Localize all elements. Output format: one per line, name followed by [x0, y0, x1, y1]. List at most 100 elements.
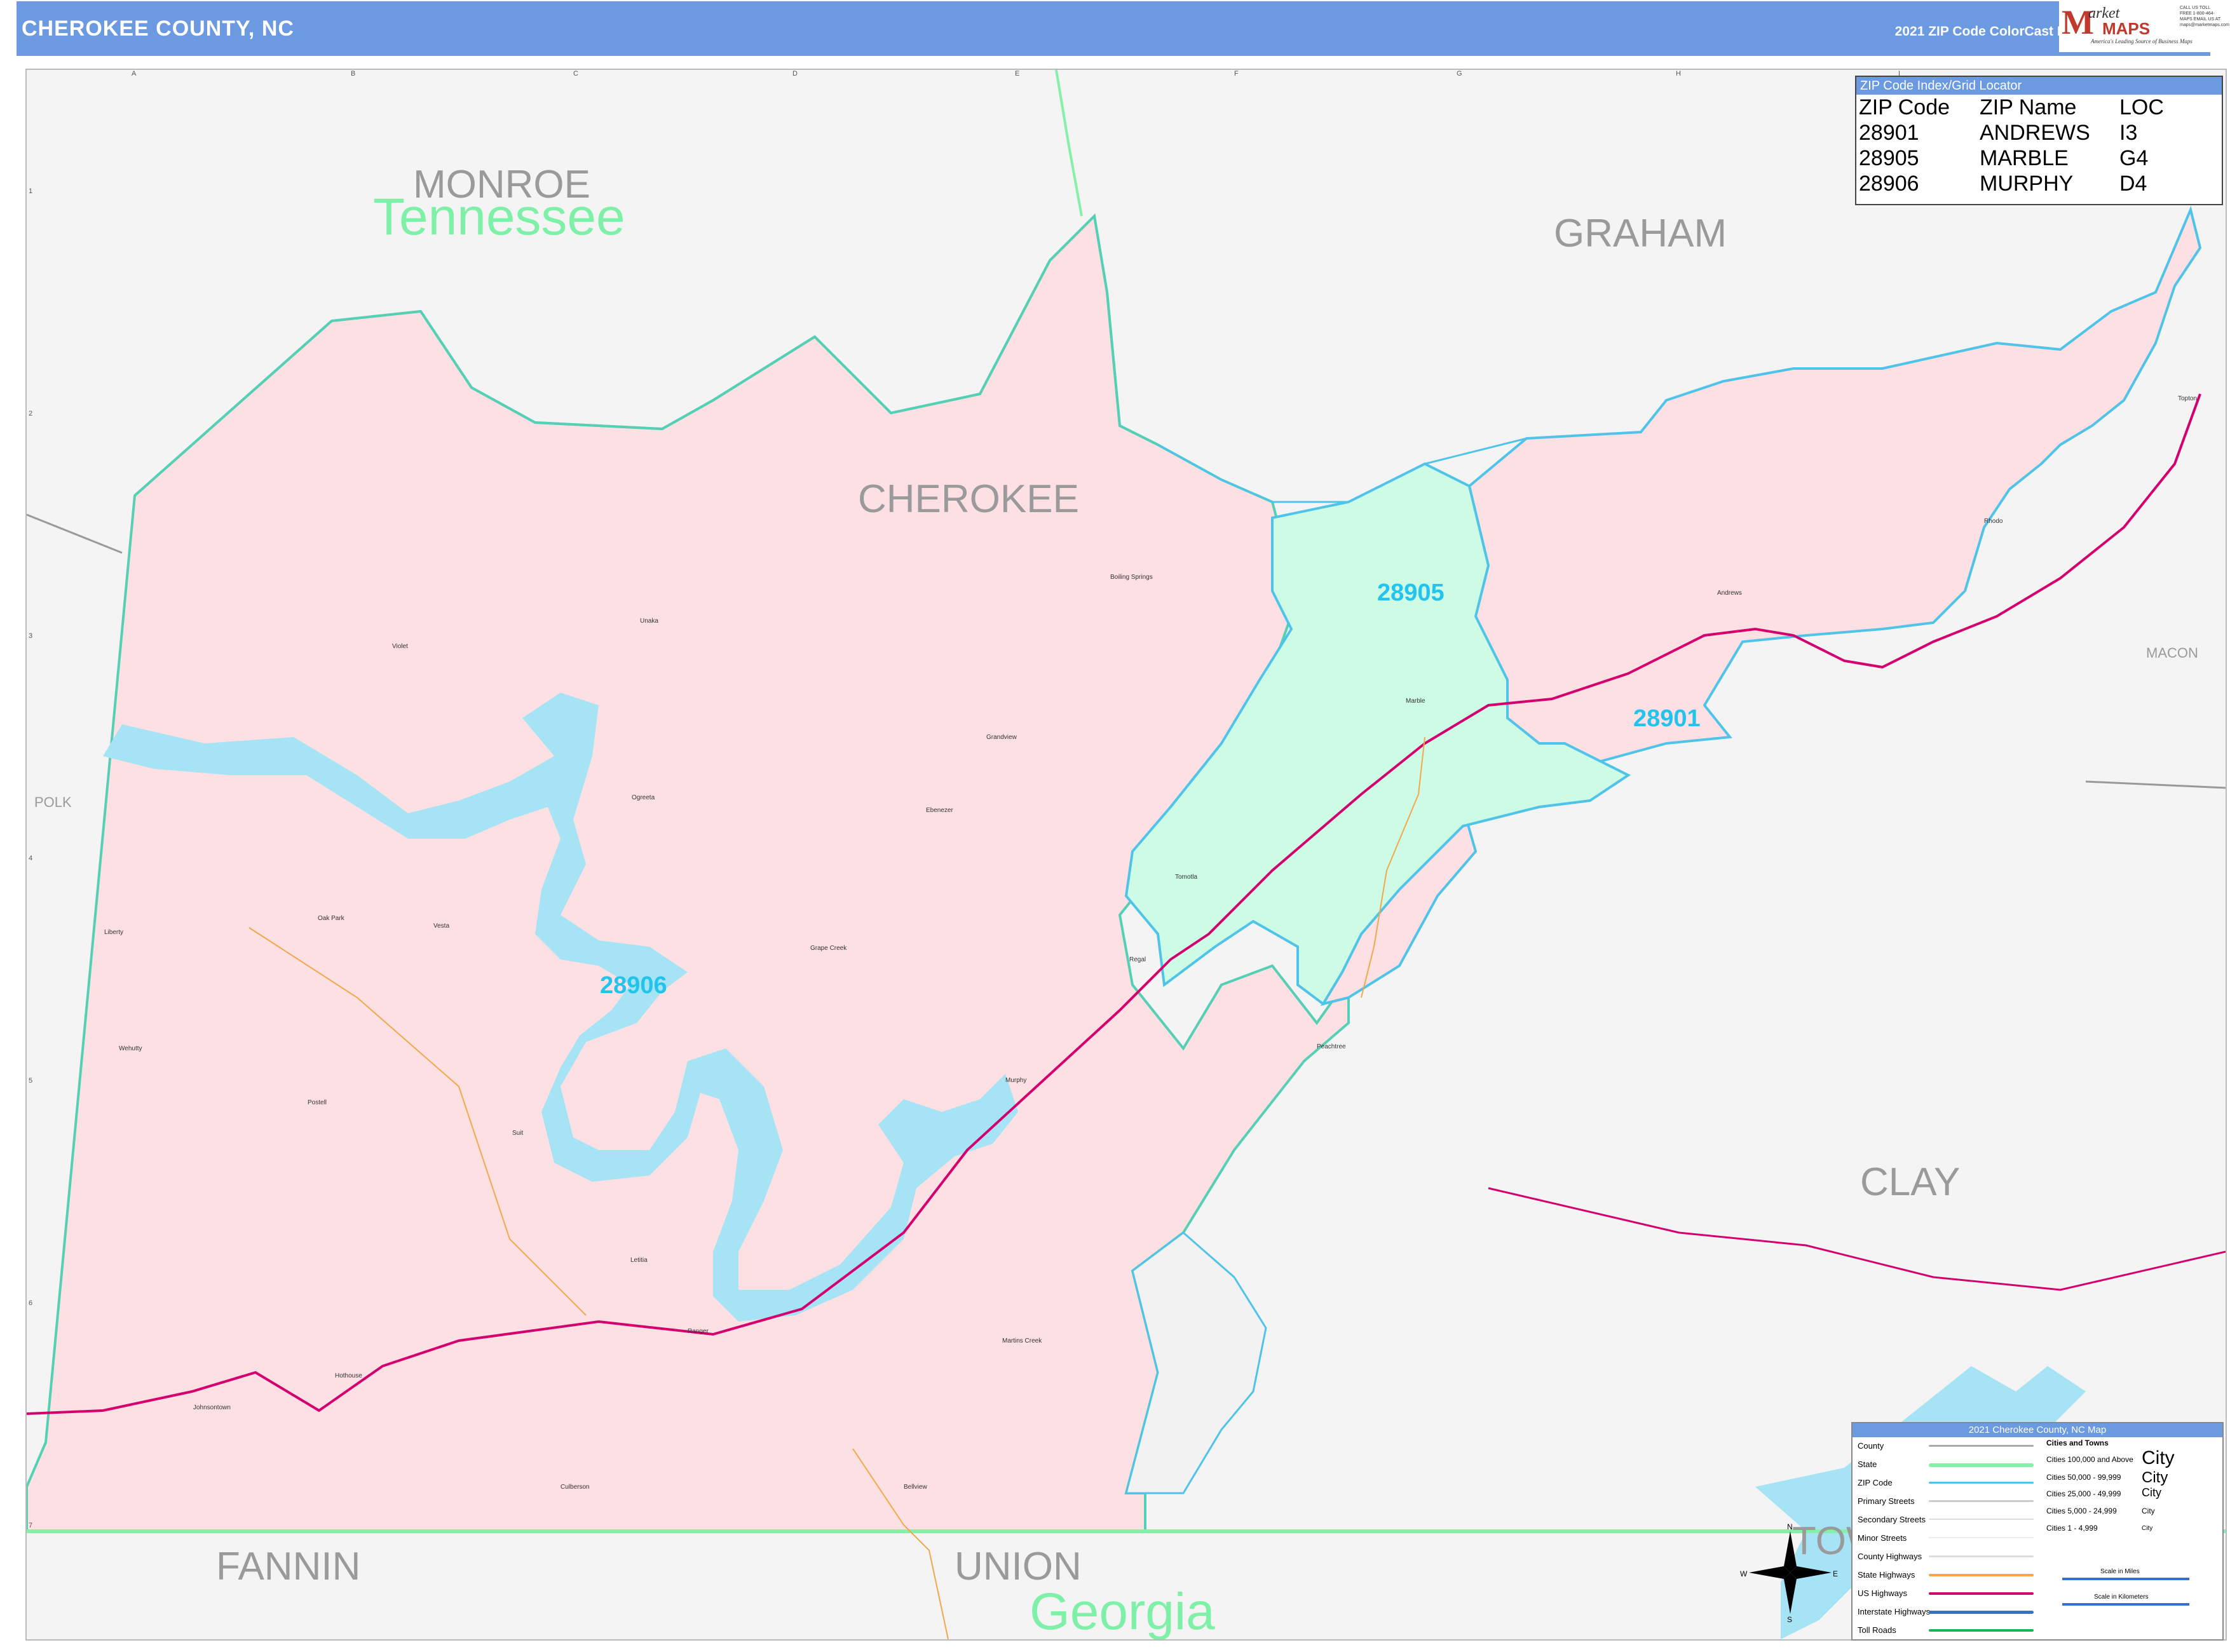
- compass-w: W: [1740, 1569, 1748, 1578]
- map-title: CHEROKEE COUNTY, NC: [22, 17, 294, 41]
- legend-city-label: City: [2142, 1506, 2155, 1515]
- scale-bar-km: [2062, 1603, 2189, 1606]
- zip-label-28905[interactable]: 28905: [1377, 579, 1445, 607]
- zip-code-cell: 28905: [1859, 146, 1919, 170]
- state-label-tennessee: Tennessee: [373, 188, 625, 246]
- compass-s: S: [1787, 1615, 1793, 1624]
- county-label-cherokee: CHEROKEE: [858, 477, 1079, 521]
- legend-city-label: City: [2142, 1486, 2161, 1499]
- legend-item: County: [1858, 1441, 1884, 1451]
- compass-e: E: [1833, 1569, 1839, 1578]
- legend-item: County Highways: [1858, 1552, 1922, 1561]
- legend-swatch: [1929, 1482, 2034, 1484]
- town-label: Hothouse: [335, 1372, 362, 1379]
- legend-swatch: [1929, 1500, 2034, 1502]
- grid-number: 1: [29, 187, 33, 195]
- grid-letter: E: [1015, 70, 1020, 78]
- logo-maps: MAPS: [2102, 19, 2151, 38]
- legend-swatch: [1929, 1537, 2034, 1538]
- table-row[interactable]: 28906 MURPHY D4: [1859, 171, 2164, 196]
- scale-bar-miles: [2062, 1578, 2189, 1580]
- legend-city-label: City: [2142, 1525, 2153, 1532]
- legend-item: Interstate Highways: [1858, 1607, 1931, 1616]
- state-label-georgia: Georgia: [1030, 1583, 1215, 1641]
- legend-city-tier: Cities 100,000 and Above: [2046, 1455, 2133, 1464]
- zip-name-cell: MURPHY: [1980, 172, 2074, 196]
- legend-swatch: [1929, 1445, 2034, 1447]
- legend-item: State Highways: [1858, 1570, 1915, 1580]
- town-label: Peachtree: [1317, 1043, 1346, 1050]
- town-label: Liberty: [104, 929, 124, 936]
- town-label: Unaka: [640, 618, 658, 625]
- legend-swatch: [1929, 1629, 2034, 1632]
- logo-tagline: America's Leading Source of Business Map…: [2091, 38, 2193, 44]
- us-highway-64: [1488, 1187, 2226, 1291]
- map-svg: [27, 70, 2226, 1639]
- zip-index-header-row: ZIP Code ZIP Name LOC: [1859, 95, 2164, 120]
- town-label: Rhodo: [1984, 518, 2003, 525]
- county-label-macon: MACON: [2146, 645, 2198, 661]
- county-label-graham: GRAHAM: [1554, 212, 1727, 255]
- town-label: Ebenezer: [926, 807, 953, 814]
- zip-code-cell: 28901: [1859, 121, 1919, 145]
- grid-number: 6: [29, 1299, 33, 1307]
- legend-title: 2021 Cherokee County, NC Map: [1853, 1423, 2222, 1437]
- grid-number: 7: [29, 1522, 33, 1529]
- legend-scale-km: Scale in Kilometers: [2094, 1594, 2149, 1601]
- grid-number: 2: [29, 410, 33, 417]
- legend-city-tier: Cities 1 - 4,999: [2046, 1524, 2098, 1533]
- legend-item: US Highways: [1858, 1588, 1908, 1598]
- town-label: Vesta: [433, 923, 450, 930]
- county-label-fannin: FANNIN: [216, 1545, 361, 1588]
- grid-number: 3: [29, 632, 33, 640]
- legend-swatch: [1929, 1592, 2034, 1595]
- town-label: Suit: [512, 1130, 524, 1137]
- town-label: Ranger: [688, 1328, 709, 1335]
- zip-label-28906[interactable]: 28906: [600, 972, 667, 999]
- table-row[interactable]: 28905 MARBLE G4: [1859, 146, 2164, 171]
- zip-code-cell: 28906: [1859, 172, 1919, 196]
- legend-city-label: City: [2142, 1469, 2168, 1486]
- town-label: Grandview: [986, 734, 1017, 741]
- legend-item: Primary Streets: [1858, 1496, 1915, 1506]
- legend-swatch: [1929, 1519, 2034, 1520]
- zip-index-col-name: ZIP Name: [1980, 95, 2077, 119]
- legend-swatch: [1929, 1574, 2034, 1576]
- zip-index-panel: ZIP Code Index/Grid Locator ZIP Code ZIP…: [1855, 76, 2223, 205]
- town-label: Murphy: [1005, 1077, 1027, 1084]
- town-label: Grape Creek: [810, 945, 847, 952]
- compass-n: N: [1787, 1522, 1793, 1531]
- zip-index-table: ZIP Code ZIP Name LOC 28901 ANDREWS I3 2…: [1859, 95, 2164, 196]
- zip-label-28901[interactable]: 28901: [1633, 705, 1701, 733]
- town-label: Violet: [392, 643, 408, 650]
- legend-city-header: Cities and Towns: [2046, 1439, 2109, 1447]
- town-label: Postell: [308, 1099, 327, 1106]
- legend-swatch: [1929, 1611, 2034, 1614]
- grid-number: 4: [29, 855, 33, 862]
- zip-index-col-zip: ZIP Code: [1859, 95, 1950, 119]
- legend-scale-miles: Scale in Miles: [2100, 1568, 2140, 1575]
- grid-number: 5: [29, 1077, 33, 1085]
- table-row[interactable]: 28901 ANDREWS I3: [1859, 120, 2164, 146]
- map-legend: 2021 Cherokee County, NC Map County Stat…: [1851, 1422, 2224, 1641]
- legend-city-tier: Cities 50,000 - 99,999: [2046, 1473, 2121, 1482]
- town-label: Letitia: [630, 1257, 648, 1264]
- town-label: Regal: [1129, 956, 1146, 963]
- legend-city-tier: Cities 25,000 - 49,999: [2046, 1489, 2121, 1498]
- county-line-polk: [27, 513, 123, 554]
- town-label: Johnsontown: [193, 1404, 231, 1411]
- legend-swatch: [1929, 1463, 2034, 1467]
- town-label: Boiling Springs: [1110, 574, 1153, 581]
- grid-letter: D: [792, 70, 798, 78]
- logo-contact: CALL US TOLL FREE 1-800-464-MAPS EMAIL U…: [2180, 6, 2229, 27]
- grid-letter: H: [1676, 70, 1681, 78]
- town-label: Culberson: [561, 1484, 590, 1491]
- map-canvas[interactable]: MONROE GRAHAM CHEROKEE MACON POLK CLAY F…: [25, 69, 2227, 1641]
- grid-letter: G: [1457, 70, 1462, 78]
- legend-city-tier: Cities 5,000 - 24,999: [2046, 1506, 2117, 1515]
- zip-name-cell: ANDREWS: [1980, 121, 2090, 145]
- zip-name-cell: MARBLE: [1980, 146, 2069, 170]
- town-label: Bellview: [904, 1484, 927, 1491]
- compass-rose-icon: [1749, 1531, 1832, 1614]
- zip-index-title: ZIP Code Index/Grid Locator: [1856, 77, 2222, 95]
